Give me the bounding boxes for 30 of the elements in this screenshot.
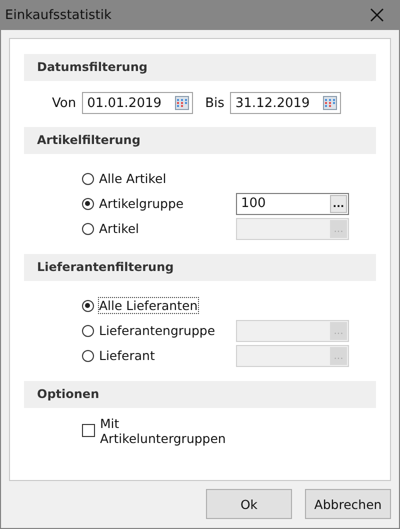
option-label[interactable]: Mit Artikeluntergruppen bbox=[99, 414, 237, 446]
browse-button[interactable]: ... bbox=[330, 194, 347, 212]
option-label[interactable]: Artikel bbox=[98, 220, 236, 237]
section-header: Optionen bbox=[24, 381, 376, 408]
radio-button[interactable] bbox=[82, 198, 94, 210]
section-header: Datumsfilterung bbox=[24, 54, 376, 81]
checkbox[interactable] bbox=[82, 424, 95, 437]
radio-button[interactable] bbox=[82, 222, 94, 234]
date-field[interactable]: 01.01.2019 bbox=[82, 92, 194, 114]
calendar-icon[interactable] bbox=[175, 96, 190, 110]
dialog-button[interactable]: Ok bbox=[206, 489, 292, 519]
section-header: Artikelfilterung bbox=[24, 127, 376, 154]
date-field[interactable]: 31.12.2019 bbox=[230, 92, 342, 114]
dialog-button[interactable]: Abbrechen bbox=[305, 489, 391, 519]
close-icon[interactable] bbox=[370, 8, 384, 22]
window-title: Einkaufsstatistik bbox=[5, 8, 112, 22]
option-label[interactable]: Lieferant bbox=[98, 347, 236, 364]
radio-button[interactable] bbox=[82, 300, 94, 312]
radio-button[interactable] bbox=[82, 324, 94, 336]
field-label: Von bbox=[52, 96, 76, 110]
calendar-icon[interactable] bbox=[323, 96, 338, 110]
option-label[interactable]: Alle Artikel bbox=[98, 170, 236, 187]
option-label[interactable]: Alle Lieferanten bbox=[98, 297, 199, 314]
field-label: Bis bbox=[205, 96, 224, 110]
option-label[interactable]: Artikelgruppe bbox=[98, 195, 236, 212]
picker-field[interactable]: 100 ... bbox=[236, 192, 349, 214]
radio-button[interactable] bbox=[82, 172, 94, 184]
radio-button[interactable] bbox=[82, 350, 94, 362]
section-header: Lieferantenfilterung bbox=[24, 254, 376, 281]
option-label[interactable]: Lieferantengruppe bbox=[98, 322, 236, 339]
